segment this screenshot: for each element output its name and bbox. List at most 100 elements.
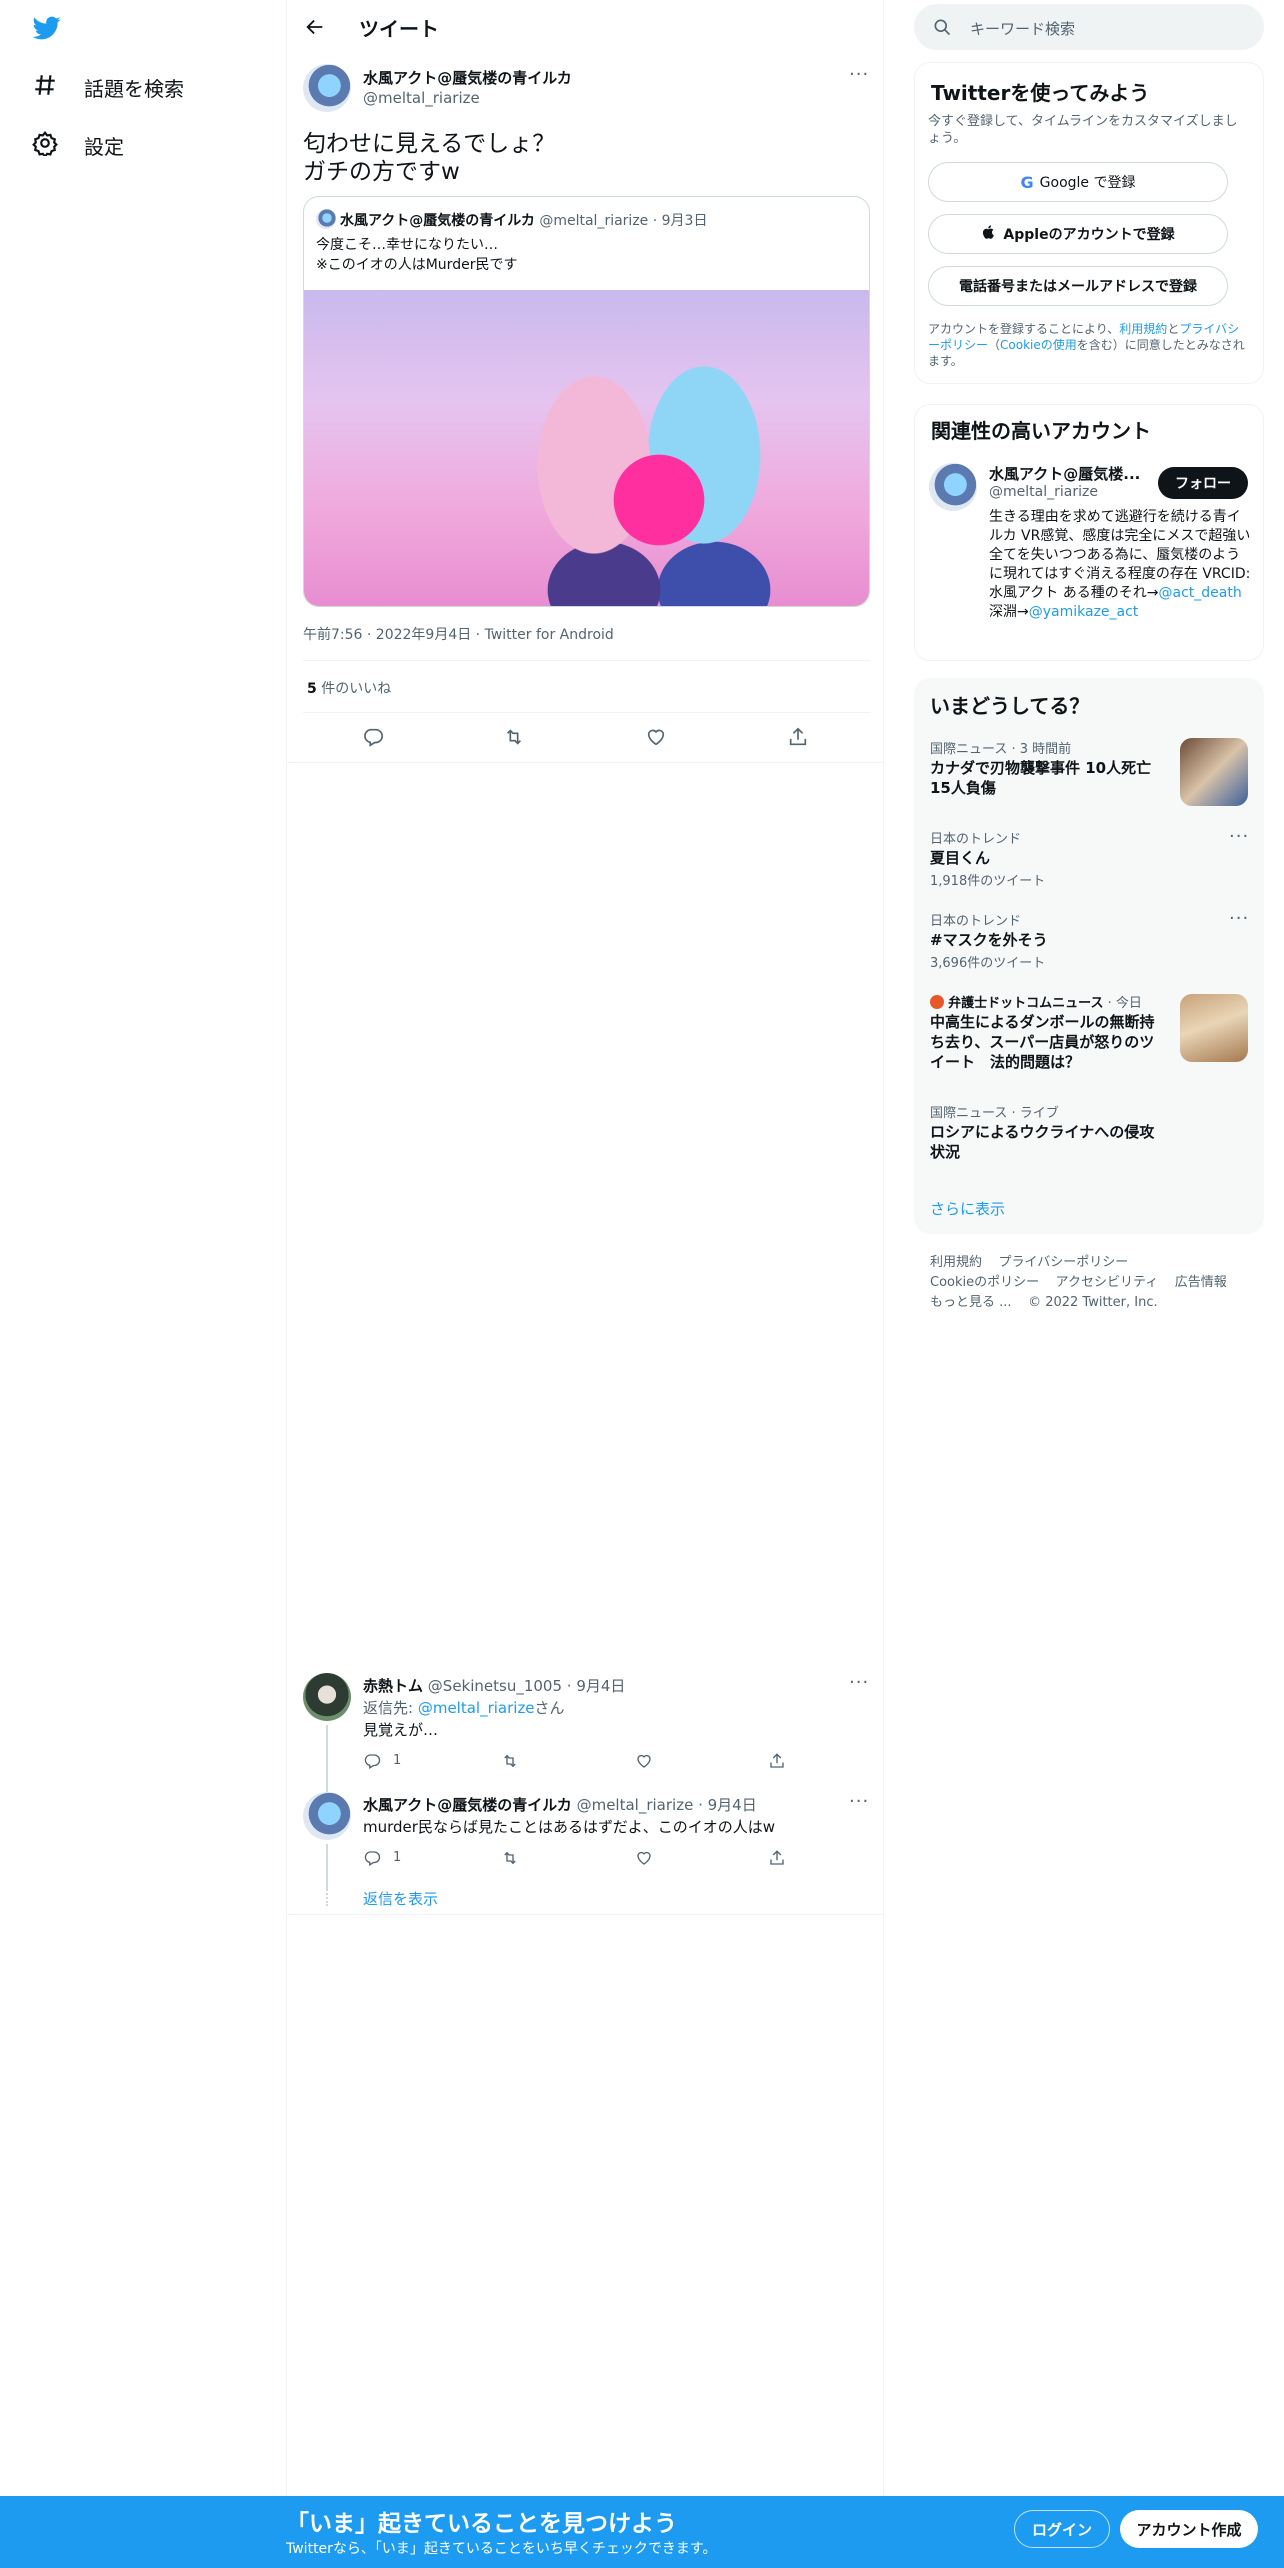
signup-banner: 「いま」起きていることを見つけよう Twitterなら、「いま」起きていることを…: [0, 2496, 1284, 2568]
reply-icon[interactable]: [363, 1849, 381, 1867]
right-sidebar: キーワード検索 Twitterを使ってみよう 今すぐ登録して、タイムラインをカス…: [884, 0, 1284, 2500]
nav-settings-label: 設定: [84, 135, 124, 159]
avatar[interactable]: [303, 1673, 351, 1721]
footer-link[interactable]: Cookieのポリシー: [930, 1275, 1039, 1290]
quote-header: 水風アクト@蜃気楼の青イルカ @meltal_riarize · 9月3日: [340, 210, 707, 230]
legal-text: （: [988, 338, 1001, 352]
cookie-link[interactable]: Cookieの使用: [1000, 338, 1077, 352]
create-account-button[interactable]: アカウント作成: [1120, 2510, 1258, 2548]
main-column: ツイート 水風アクト@蜃気楼の青イルカ @meltal_riarize ··· …: [286, 0, 885, 2500]
reply-author-name[interactable]: 水風アクト@蜃気楼の青イルカ: [363, 1796, 572, 1814]
retweet-icon[interactable]: [501, 1752, 519, 1770]
terms-link[interactable]: 利用規約: [1119, 322, 1167, 336]
likes-count[interactable]: 5 件のいいね: [307, 678, 391, 698]
bio-link[interactable]: @act_death: [1158, 585, 1241, 601]
apple-signup-button[interactable]: Appleのアカウントで登録: [928, 214, 1228, 254]
footer-link[interactable]: 利用規約: [930, 1255, 982, 1270]
reply-author-handle[interactable]: @Sekinetsu_1005: [428, 1677, 562, 1695]
avatar[interactable]: [303, 1792, 351, 1840]
nav-settings[interactable]: 設定: [32, 130, 124, 161]
footer-link[interactable]: 広告情報: [1175, 1275, 1227, 1290]
reply-header: 赤熱トム @Sekinetsu_1005 · 9月4日: [363, 1675, 625, 1696]
nav-explore-label: 話題を検索: [84, 77, 184, 101]
page-header: ツイート: [287, 0, 885, 54]
thread-line: [326, 1770, 328, 1792]
related-title: 関連性の高いアカウント: [931, 419, 1151, 443]
author-name[interactable]: 水風アクト@蜃気楼の青イルカ: [363, 67, 572, 88]
divider: [303, 712, 870, 713]
banner-subtitle: Twitterなら、「いま」起きていることをいち早くチェックできます。: [286, 2541, 717, 2557]
avatar[interactable]: [303, 64, 351, 112]
reply-author-handle[interactable]: @meltal_riarize: [577, 1796, 694, 1814]
like-icon[interactable]: [635, 1849, 653, 1867]
reply-author-name[interactable]: 赤熱トム: [363, 1677, 423, 1695]
trend-context: 国際ニュース · 3 時間前: [930, 742, 1072, 757]
quote-author-name: 水風アクト@蜃気楼の青イルカ: [340, 213, 535, 229]
share-icon[interactable]: [768, 1849, 786, 1867]
replying-to: 返信先: @meltal_riarizeさん: [363, 1697, 565, 1718]
share-icon[interactable]: [768, 1752, 786, 1770]
footer-more[interactable]: もっと見る ...: [930, 1295, 1012, 1310]
reply-date[interactable]: · 9月4日: [567, 1677, 626, 1695]
divider: [303, 660, 870, 661]
twitter-bird-icon[interactable]: [32, 14, 62, 42]
login-button[interactable]: ログイン: [1014, 2510, 1110, 2548]
gear-icon: [32, 130, 58, 161]
source-logo-icon: [930, 995, 944, 1009]
avatar[interactable]: [929, 463, 977, 511]
signup-subtitle: 今すぐ登録して、タイムラインをカスタマイズしましょう。: [928, 114, 1238, 146]
like-icon[interactable]: [635, 1752, 653, 1770]
retweet-icon[interactable]: [501, 1849, 519, 1867]
trend-context: 弁護士ドットコムニュース · 今日: [930, 992, 1142, 1011]
more-icon[interactable]: ···: [849, 64, 869, 85]
more-icon[interactable]: ···: [1229, 826, 1249, 847]
footer-link[interactable]: プライバシーポリシー: [999, 1255, 1129, 1270]
trend-context: 日本のトレンド: [930, 832, 1022, 847]
back-arrow-icon[interactable]: [301, 13, 329, 41]
follow-button[interactable]: フォロー: [1158, 467, 1248, 499]
trend-title: 夏目くん: [930, 849, 991, 867]
quoted-tweet[interactable]: 水風アクト@蜃気楼の青イルカ @meltal_riarize · 9月3日 今度…: [303, 196, 870, 607]
divider: [287, 762, 885, 763]
page-title: ツイート: [359, 17, 439, 41]
more-icon[interactable]: ···: [849, 1672, 869, 1693]
phone-signup-button[interactable]: 電話番号またはメールアドレスで登録: [928, 266, 1228, 306]
google-signup-label: Google で登録: [1039, 175, 1136, 191]
trend-context: 国際ニュース · ライブ: [930, 1106, 1059, 1121]
trend-context: 日本のトレンド: [930, 914, 1022, 929]
trend-count: 3,696件のツイート: [930, 956, 1046, 971]
nav-explore[interactable]: 話題を検索: [32, 72, 184, 103]
like-icon[interactable]: [645, 726, 667, 748]
footer-link[interactable]: アクセシビリティ: [1056, 1275, 1159, 1290]
author-handle[interactable]: @meltal_riarize: [363, 89, 480, 107]
reply-icon[interactable]: [362, 726, 384, 748]
quote-author-handle: @meltal_riarize: [539, 213, 649, 229]
signup-title: Twitterを使ってみよう: [931, 81, 1150, 105]
apple-signup-label: Appleのアカウントで登録: [1003, 227, 1175, 243]
login-label: ログイン: [1031, 2520, 1092, 2539]
show-replies-link[interactable]: 返信を表示: [363, 1888, 438, 1909]
show-more-link[interactable]: さらに表示: [930, 1198, 1005, 1219]
trend-time: · 今日: [1103, 996, 1142, 1011]
replying-to-handle[interactable]: @meltal_riarize: [418, 1699, 535, 1717]
signup-legal: アカウントを登録することにより、利用規約とプライバシーポリシー（Cookieの使…: [928, 321, 1250, 369]
quote-avatar: [316, 209, 336, 229]
related-account-handle[interactable]: @meltal_riarize: [989, 484, 1098, 500]
reply-icon[interactable]: [363, 1752, 381, 1770]
related-account-name[interactable]: 水風アクト@蜃気楼...: [989, 463, 1140, 484]
reply-text: murder民ならば見たことはあるはずだよ、このイオの人はw: [363, 1818, 776, 1836]
more-icon[interactable]: ···: [1229, 908, 1249, 929]
reply-date[interactable]: · 9月4日: [698, 1796, 757, 1814]
google-icon: G: [1020, 172, 1034, 192]
share-icon[interactable]: [787, 726, 809, 748]
search-input[interactable]: キーワード検索: [970, 18, 1075, 39]
bio-link[interactable]: @yamikaze_act: [1029, 604, 1139, 620]
retweet-icon[interactable]: [503, 726, 525, 748]
create-account-label: アカウント作成: [1136, 2520, 1242, 2539]
search-box[interactable]: キーワード検索: [914, 4, 1264, 50]
quote-media-image[interactable]: [304, 290, 869, 606]
google-signup-button[interactable]: G Google で登録: [928, 162, 1228, 202]
more-icon[interactable]: ···: [849, 1791, 869, 1812]
phone-signup-label: 電話番号またはメールアドレスで登録: [959, 279, 1197, 295]
tweet-timestamp[interactable]: 午前7:56 · 2022年9月4日 · Twitter for Android: [303, 624, 614, 644]
